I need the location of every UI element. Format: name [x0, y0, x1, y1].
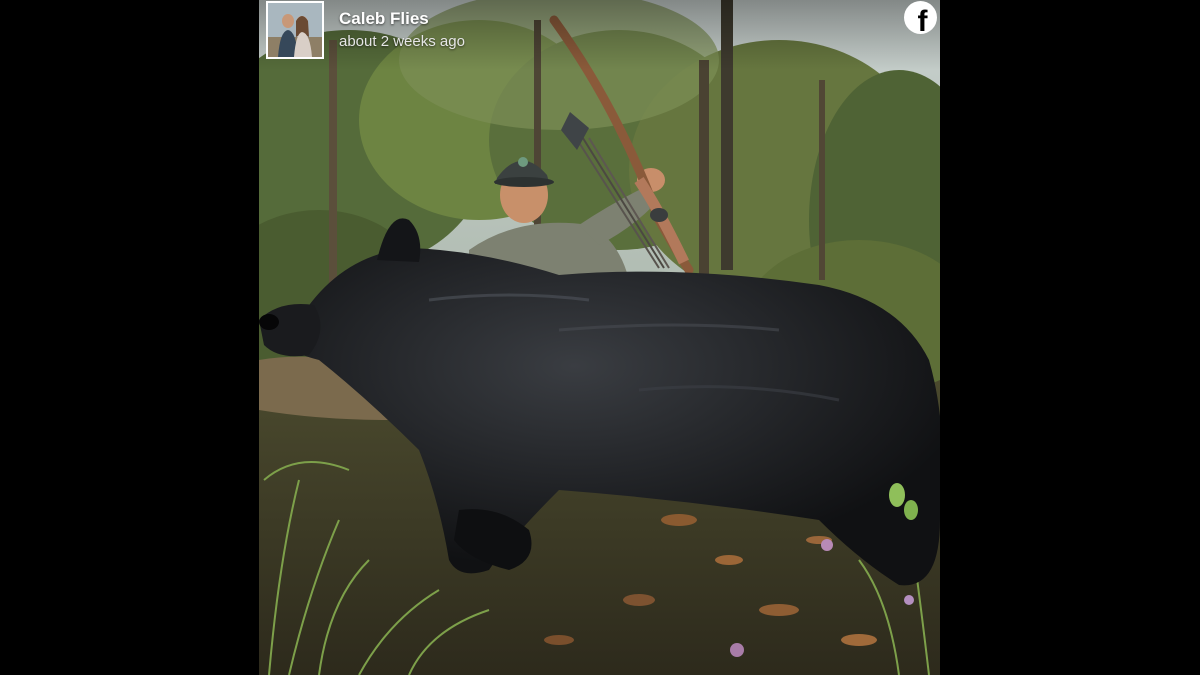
author-name-link[interactable]: Caleb Flies	[339, 9, 465, 29]
post-header: Caleb Flies about 2 weeks ago	[266, 1, 465, 59]
post-timestamp-link[interactable]: about 2 weeks ago	[339, 31, 465, 53]
post-photo[interactable]	[259, 0, 940, 675]
facebook-icon[interactable]: f	[904, 1, 937, 34]
facebook-post-embed[interactable]: Caleb Flies about 2 weeks ago f	[259, 0, 940, 675]
embed-stage: Caleb Flies about 2 weeks ago f	[0, 0, 1200, 675]
author-info: Caleb Flies about 2 weeks ago	[339, 9, 465, 53]
facebook-glyph: f	[917, 5, 928, 35]
avatar[interactable]	[266, 1, 324, 59]
profile-photo-icon	[268, 3, 322, 57]
